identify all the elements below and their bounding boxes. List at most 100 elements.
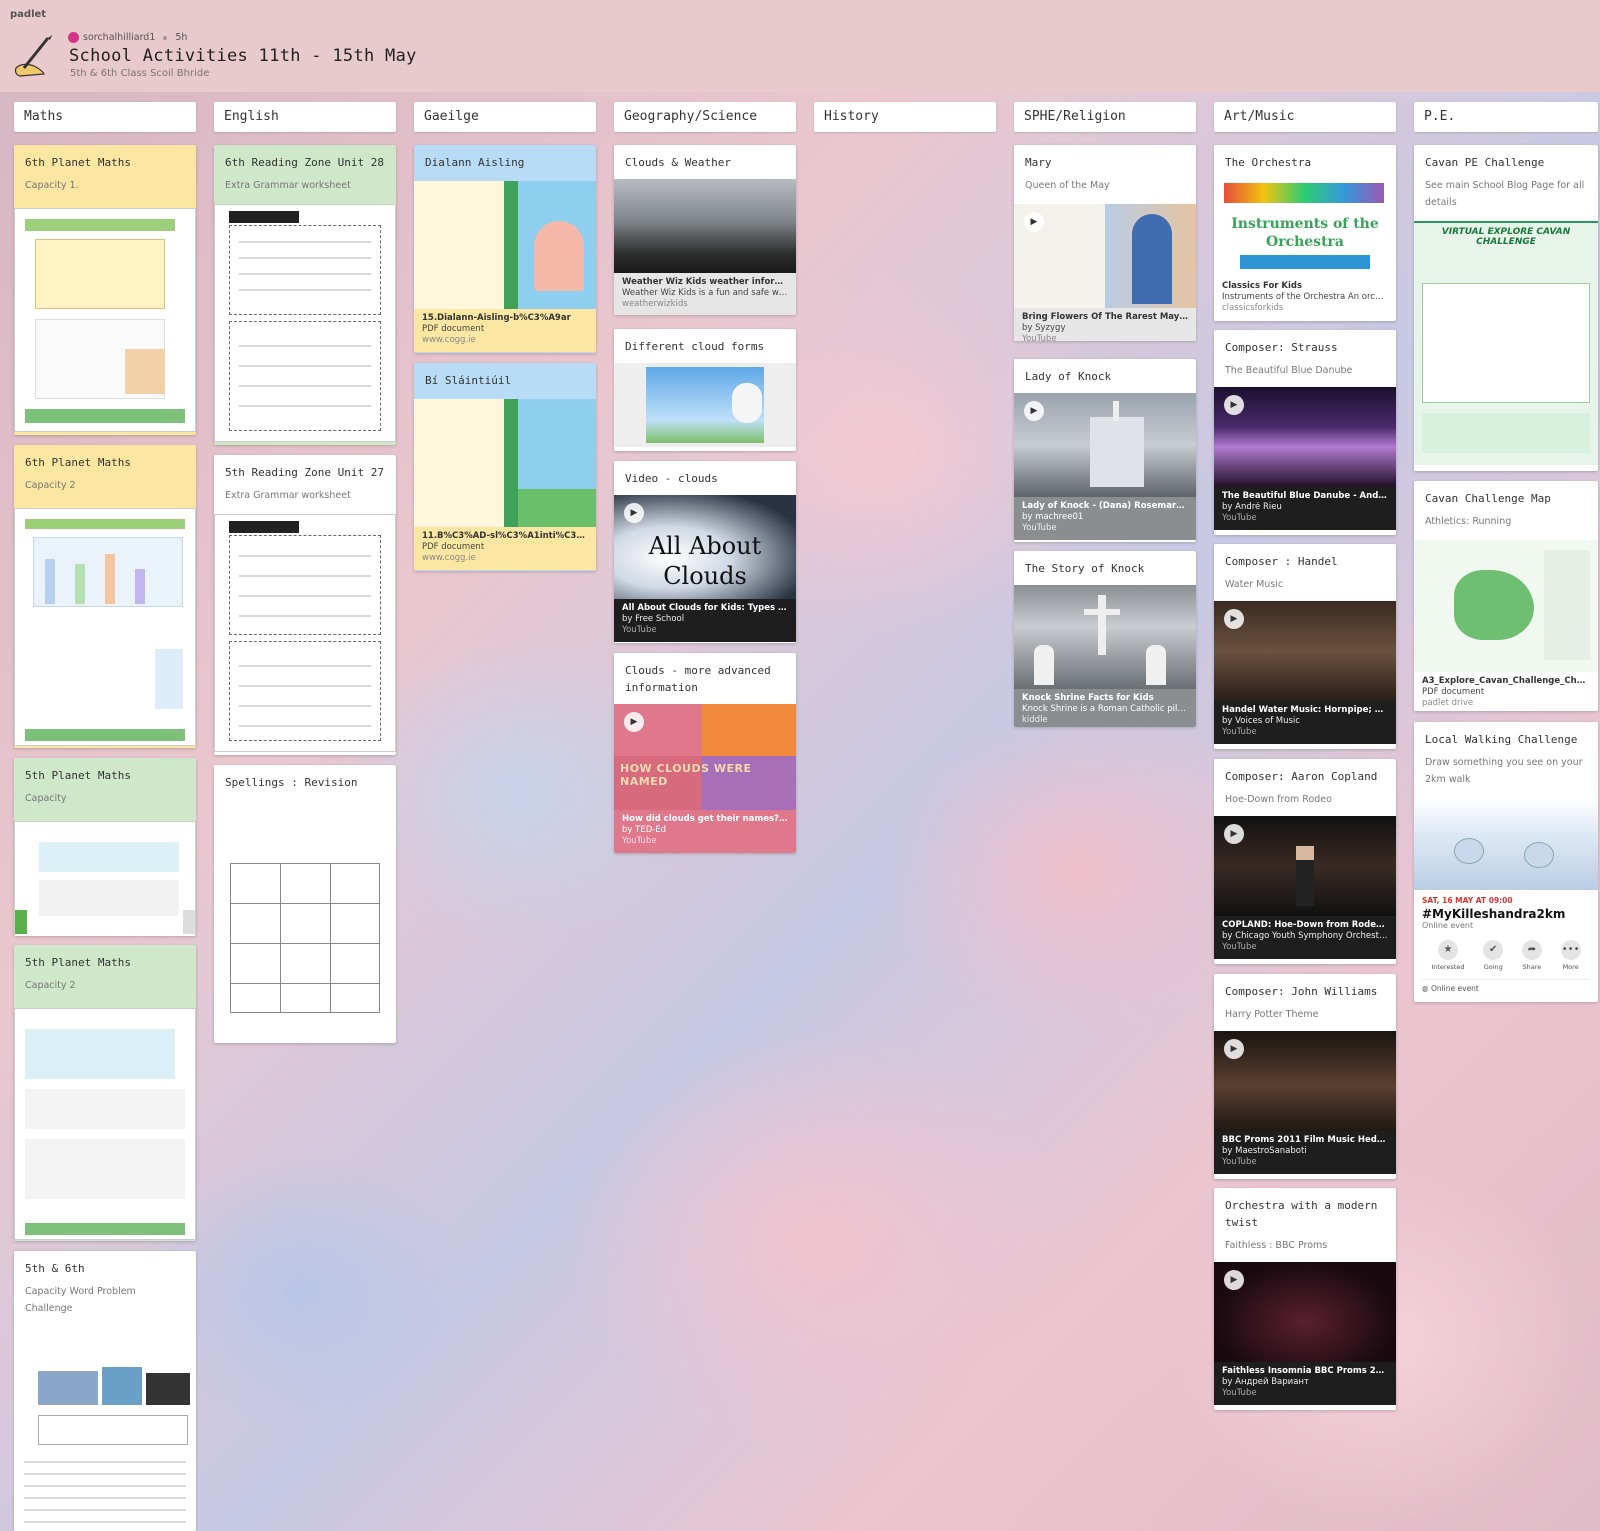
video-thumbnail[interactable]: ▶ [1214, 601, 1396, 701]
video-source: YouTube [1022, 523, 1057, 533]
website-thumbnail[interactable]: Instruments of the Orchestra [1214, 179, 1396, 277]
worksheet-thumbnail[interactable] [14, 508, 196, 746]
post-card[interactable]: Dialann Aisling 15.Dialann-Aisling-b%C3%… [414, 145, 596, 353]
post-title: Lady of Knock [1025, 370, 1112, 383]
post-card[interactable]: 6th Reading Zone Unit 28 Extra Grammar w… [214, 145, 396, 445]
post-card[interactable]: Clouds - more advanced information ▶ HOW… [614, 653, 796, 853]
going-button[interactable]: ✔ Going [1483, 940, 1504, 971]
attachment-meta: 15.Dialann-Aisling-b%C3%A9ar PDF documen… [414, 309, 596, 352]
video-thumbnail[interactable]: ▶ HOW CLOUDS WERE NAMED [614, 704, 796, 810]
post-card[interactable]: Bí Sláintiúil 11.B%C3%AD-sl%C3%A1inti%C3… [414, 363, 596, 571]
post-card[interactable]: 5th Planet Maths Capacity [14, 758, 196, 936]
worksheet-thumbnail[interactable] [214, 204, 396, 442]
video-meta: Lady of Knock - (Dana) Rosemary Scallon … [1014, 497, 1196, 540]
more-button[interactable]: ••• More [1560, 940, 1581, 971]
post-card[interactable]: 5th Reading Zone Unit 27 Extra Grammar w… [214, 455, 396, 755]
link-description: Knock Shrine is a Roman Catholic pilgri.… [1022, 704, 1188, 714]
event-image-thumbnail[interactable] [1414, 798, 1598, 890]
star-icon: ★ [1437, 940, 1458, 960]
post-card[interactable]: Cavan Challenge Map Athletics: Running A… [1414, 481, 1598, 711]
post-card[interactable]: Spellings : Revision [214, 765, 396, 1043]
post-card[interactable]: Lady of Knock ▶ Lady of Knock - (Dana) R… [1014, 359, 1196, 542]
action-label: Going [1483, 963, 1503, 971]
video-thumbnail[interactable]: ▶ [1014, 393, 1196, 497]
worksheet-thumbnail[interactable] [14, 208, 196, 432]
play-icon[interactable]: ▶ [1224, 609, 1244, 629]
play-icon[interactable]: ▶ [1024, 212, 1044, 232]
post-card[interactable]: Composer: Aaron Copland Hoe-Down from Ro… [1214, 759, 1396, 964]
shrine-photo-thumbnail[interactable] [1014, 585, 1196, 689]
post-card[interactable]: 5th & 6th Capacity Word Problem Challeng… [14, 1251, 196, 1531]
video-meta: All About Clouds for Kids: Types and Na.… [614, 599, 796, 642]
map-thumbnail[interactable] [1414, 540, 1598, 672]
avatar[interactable] [68, 32, 79, 43]
play-icon[interactable]: ▶ [1224, 824, 1244, 844]
chevron-left-icon[interactable] [15, 910, 27, 934]
play-icon[interactable]: ▶ [1224, 1270, 1244, 1290]
play-icon[interactable]: ▶ [1224, 395, 1244, 415]
post-title: The Orchestra [1225, 156, 1312, 169]
book-cover-thumbnail[interactable] [414, 399, 596, 527]
video-source: YouTube [1222, 727, 1257, 737]
worksheet-thumbnail[interactable] [214, 803, 396, 1039]
play-icon[interactable]: ▶ [1224, 1039, 1244, 1059]
video-thumbnail[interactable]: ▶ [1214, 816, 1396, 916]
video-source: YouTube [1222, 513, 1257, 523]
video-thumbnail[interactable]: ▶ [1014, 204, 1196, 308]
share-button[interactable]: ➦ Share [1521, 940, 1542, 971]
post-card[interactable]: The Orchestra Instruments of the Orchest… [1214, 145, 1396, 321]
post-card[interactable]: The Story of Knock Knock Shrine Facts fo… [1014, 551, 1196, 727]
post-card[interactable]: 6th Planet Maths Capacity 2 [14, 445, 196, 748]
padlet-logo[interactable]: padlet [10, 9, 46, 20]
post-card[interactable]: 5th Planet Maths Capacity 2 [14, 945, 196, 1241]
video-channel: by Syzygy [1022, 323, 1066, 333]
column-title: English [214, 102, 396, 132]
post-title: 5th Planet Maths [25, 769, 131, 782]
cloud-diagram-thumbnail[interactable] [614, 363, 796, 447]
post-card[interactable]: Composer : Handel Water Music ▶ Handel W… [1214, 544, 1396, 749]
post-card[interactable]: Local Walking Challenge Draw something y… [1414, 722, 1598, 1002]
post-card[interactable]: 6th Planet Maths Capacity 1. [14, 145, 196, 435]
event-footer-text: Online event [1430, 984, 1479, 993]
sky-photo-thumbnail[interactable] [614, 179, 796, 273]
post-card[interactable]: Composer: John Williams Harry Potter The… [1214, 974, 1396, 1179]
video-thumbnail[interactable]: ▶ [1214, 387, 1396, 487]
play-icon[interactable]: ▶ [624, 712, 644, 732]
post-body: Harry Potter Theme [1225, 1009, 1319, 1020]
worksheet-thumbnail[interactable] [14, 1331, 196, 1531]
video-thumbnail[interactable]: ▶ [1214, 1031, 1396, 1131]
post-card[interactable]: Cavan PE Challenge See main School Blog … [1414, 145, 1598, 471]
video-meta: Faithless Insomnia BBC Proms 2015 Se... … [1214, 1362, 1396, 1405]
chevron-right-icon[interactable] [183, 910, 195, 934]
post-card[interactable]: Composer: Strauss The Beautiful Blue Dan… [1214, 330, 1396, 535]
worksheet-thumbnail[interactable] [214, 514, 396, 752]
post-card[interactable]: Clouds & Weather Weather Wiz Kids weathe… [614, 145, 796, 315]
worksheet-thumbnail[interactable] [14, 1008, 196, 1240]
post-title: Mary [1025, 156, 1052, 169]
attachment-type: PDF document [422, 324, 485, 334]
link-meta: Knock Shrine Facts for Kids Knock Shrine… [1014, 689, 1196, 727]
post-card[interactable]: Video - clouds ▶ All About Clouds All Ab… [614, 461, 796, 643]
worksheet-thumbnail[interactable] [14, 821, 196, 936]
post-title: Cavan Challenge Map [1425, 492, 1551, 505]
post-title: Clouds & Weather [625, 156, 731, 169]
action-label: More [1562, 963, 1579, 971]
challenge-chart-thumbnail[interactable]: VIRTUAL EXPLORE CAVAN CHALLENGE [1414, 221, 1598, 465]
post-card[interactable]: Different cloud forms [614, 329, 796, 451]
play-icon[interactable]: ▶ [1024, 401, 1044, 421]
play-icon[interactable]: ▶ [624, 503, 644, 523]
video-thumbnail[interactable]: ▶ [1214, 1262, 1396, 1362]
post-title: Cavan PE Challenge [1425, 156, 1545, 169]
post-body: Capacity 2 [25, 980, 76, 991]
pencil-hand-icon [14, 35, 52, 77]
book-cover-thumbnail[interactable] [414, 181, 596, 309]
attachment-source: padlet drive [1422, 698, 1474, 708]
interested-button[interactable]: ★ Interested [1431, 940, 1465, 971]
post-card[interactable]: Orchestra with a modern twist Faithless … [1214, 1188, 1396, 1410]
video-channel: by machree01 [1022, 512, 1084, 522]
author-name[interactable]: sorchalhilliard1 [83, 32, 155, 43]
video-thumbnail[interactable]: ▶ All About Clouds [614, 495, 796, 599]
post-card[interactable]: Mary Queen of the May ▶ Bring Flowers Of… [1014, 145, 1196, 341]
link-description: Weather Wiz Kids is a fun and safe webs.… [622, 288, 788, 298]
video-title: Bring Flowers Of The Rarest May Crowni..… [1022, 312, 1188, 322]
